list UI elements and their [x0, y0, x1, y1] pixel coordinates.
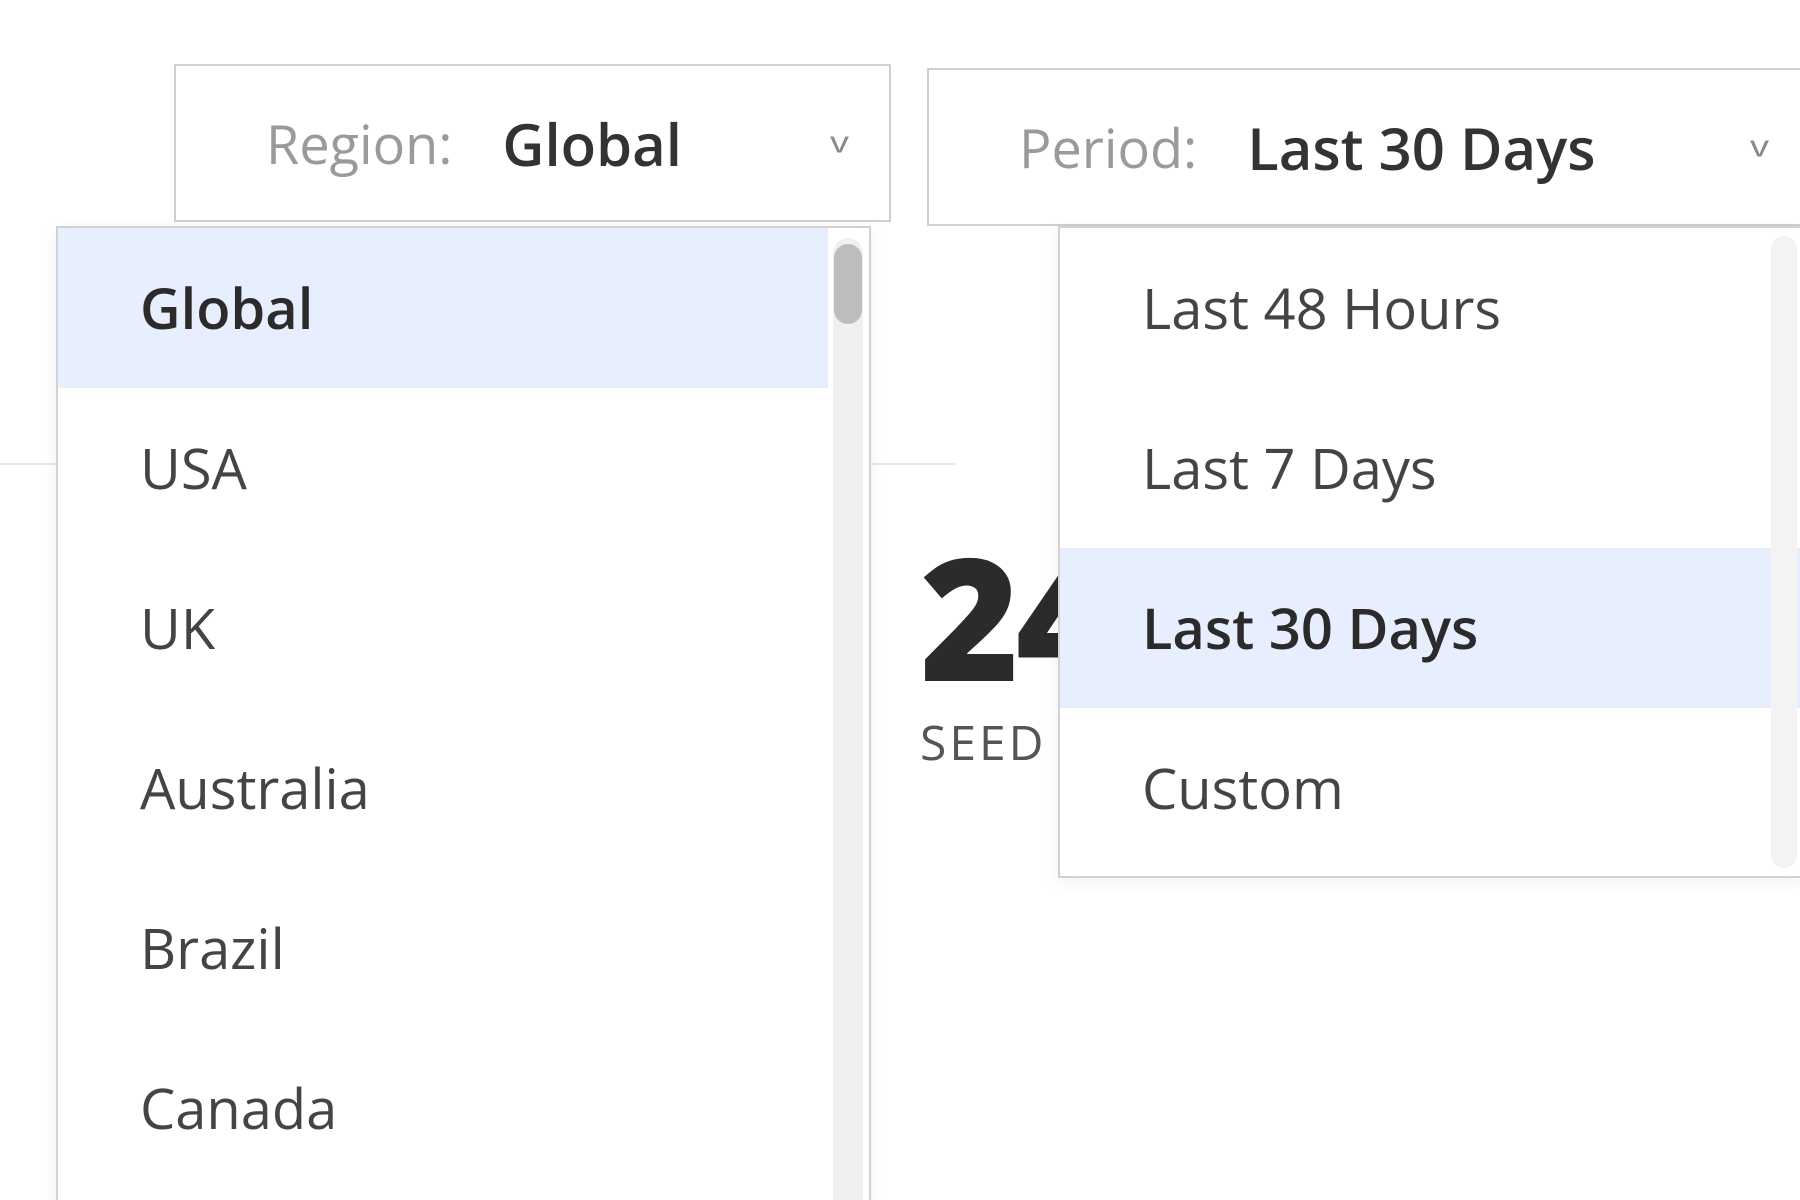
period-select[interactable]: Period: Last 30 Days v — [927, 68, 1800, 226]
scrollbar-thumb[interactable] — [834, 244, 862, 324]
period-option[interactable]: Custom — [1060, 708, 1800, 868]
period-select-value: Last 30 Days — [1247, 108, 1750, 187]
region-select-label: Region: — [266, 106, 452, 180]
region-option[interactable]: USA — [58, 388, 828, 548]
chevron-down-icon: v — [1750, 130, 1769, 164]
region-select[interactable]: Region: Global v — [174, 64, 891, 222]
region-dropdown: GlobalUSAUKAustraliaBrazilCanadaFrance — [56, 226, 871, 1200]
region-select-value: Global — [502, 104, 830, 183]
scrollbar-track[interactable] — [1771, 236, 1797, 868]
region-option[interactable]: Global — [58, 228, 828, 388]
region-option[interactable]: France — [58, 1188, 828, 1200]
region-option[interactable]: UK — [58, 548, 828, 708]
scrollbar-track[interactable] — [833, 238, 863, 1200]
period-select-label: Period: — [1019, 110, 1197, 184]
period-option[interactable]: Last 48 Hours — [1060, 228, 1800, 388]
region-option[interactable]: Australia — [58, 708, 828, 868]
period-dropdown: Last 48 HoursLast 7 DaysLast 30 DaysCust… — [1058, 226, 1800, 878]
chevron-down-icon: v — [830, 126, 849, 160]
period-option[interactable]: Last 30 Days — [1060, 548, 1800, 708]
region-option[interactable]: Canada — [58, 1028, 828, 1188]
period-option[interactable]: Last 7 Days — [1060, 388, 1800, 548]
region-option[interactable]: Brazil — [58, 868, 828, 1028]
